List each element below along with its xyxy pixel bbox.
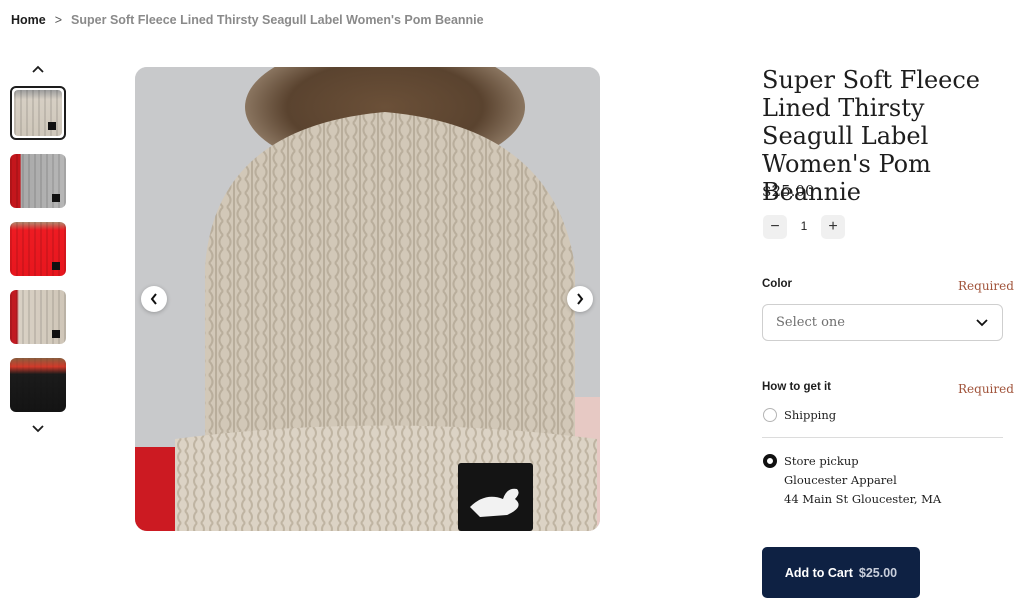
product-price: $25.00 — [762, 182, 815, 200]
thumbnails-up-button[interactable] — [28, 61, 48, 77]
breadcrumb-separator: > — [54, 13, 63, 27]
thumbnail-2[interactable] — [10, 154, 66, 208]
chevron-left-icon — [150, 293, 157, 305]
add-to-cart-price: $25.00 — [858, 565, 898, 580]
thumbnail-image — [14, 90, 62, 136]
chevron-down-icon — [32, 425, 44, 433]
thumbnail-image — [10, 290, 66, 344]
chevron-down-icon — [976, 318, 988, 326]
color-select-placeholder: Select one — [776, 315, 845, 330]
breadcrumb: Home > Super Soft Fleece Lined Thirsty S… — [11, 13, 484, 27]
minus-icon: − — [770, 218, 780, 235]
thumbnail-image — [10, 358, 66, 412]
breadcrumb-current: Super Soft Fleece Lined Thirsty Seagull … — [71, 13, 484, 27]
shipping-radio[interactable] — [763, 408, 777, 422]
thumbnail-image — [10, 154, 66, 208]
image-next-button[interactable] — [567, 286, 593, 312]
add-to-cart-button[interactable]: Add to Cart $25.00 — [762, 547, 920, 598]
main-product-image — [135, 67, 600, 531]
thumbnail-3[interactable] — [10, 222, 66, 276]
thumbnail-image — [10, 222, 66, 276]
thumbnail-5[interactable] — [10, 358, 66, 412]
thumbnails-down-button[interactable] — [28, 421, 48, 437]
thumbnail-4[interactable] — [10, 290, 66, 344]
chevron-up-icon — [32, 65, 44, 73]
quantity-increase-button[interactable]: + — [821, 215, 845, 239]
fulfillment-label: How to get it — [762, 381, 831, 393]
pickup-store-address: 44 Main St Gloucester, MA — [784, 492, 942, 506]
color-required: Required — [958, 279, 1014, 293]
beanie-photo — [135, 67, 600, 531]
pickup-store-name: Gloucester Apparel — [784, 473, 897, 487]
plus-icon: + — [828, 218, 838, 235]
fulfillment-required: Required — [958, 382, 1014, 396]
color-select[interactable]: Select one — [762, 304, 1003, 341]
add-to-cart-label: Add to Cart — [784, 565, 853, 580]
shipping-label[interactable]: Shipping — [784, 408, 836, 422]
breadcrumb-home-link[interactable]: Home — [11, 13, 46, 27]
store-pickup-radio[interactable] — [763, 454, 777, 468]
thumbnail-1[interactable] — [10, 86, 66, 140]
store-pickup-label[interactable]: Store pickup — [784, 454, 859, 468]
quantity-decrease-button[interactable]: − — [763, 215, 787, 239]
quantity-value[interactable]: 1 — [797, 219, 811, 233]
chevron-right-icon — [577, 293, 584, 305]
options-divider — [762, 437, 1003, 438]
color-label: Color — [762, 278, 793, 290]
image-prev-button[interactable] — [141, 286, 167, 312]
